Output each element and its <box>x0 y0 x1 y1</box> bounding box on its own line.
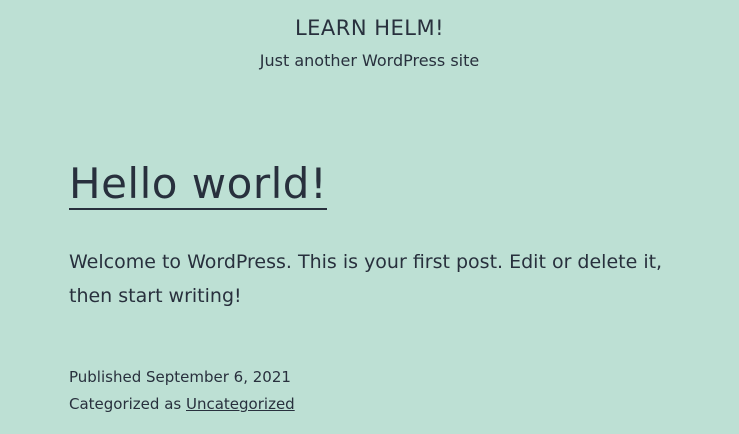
post-meta: Published September 6, 2021 Categorized … <box>69 364 295 418</box>
published-row: Published September 6, 2021 <box>69 364 295 391</box>
post-title-link[interactable]: Hello world! <box>69 159 328 210</box>
post-content: Welcome to WordPress. This is your first… <box>69 251 663 307</box>
published-date: September 6, 2021 <box>146 368 291 386</box>
site-description: Just another WordPress site <box>259 51 480 70</box>
site-title-link[interactable]: LEARN HELM! <box>0 14 739 42</box>
category-row: Categorized as Uncategorized <box>69 391 295 418</box>
post-title: Hello world! <box>69 158 328 210</box>
categorized-label: Categorized as <box>69 395 182 413</box>
published-label: Published <box>69 368 142 386</box>
category-link-uncategorized[interactable]: Uncategorized <box>186 395 295 413</box>
